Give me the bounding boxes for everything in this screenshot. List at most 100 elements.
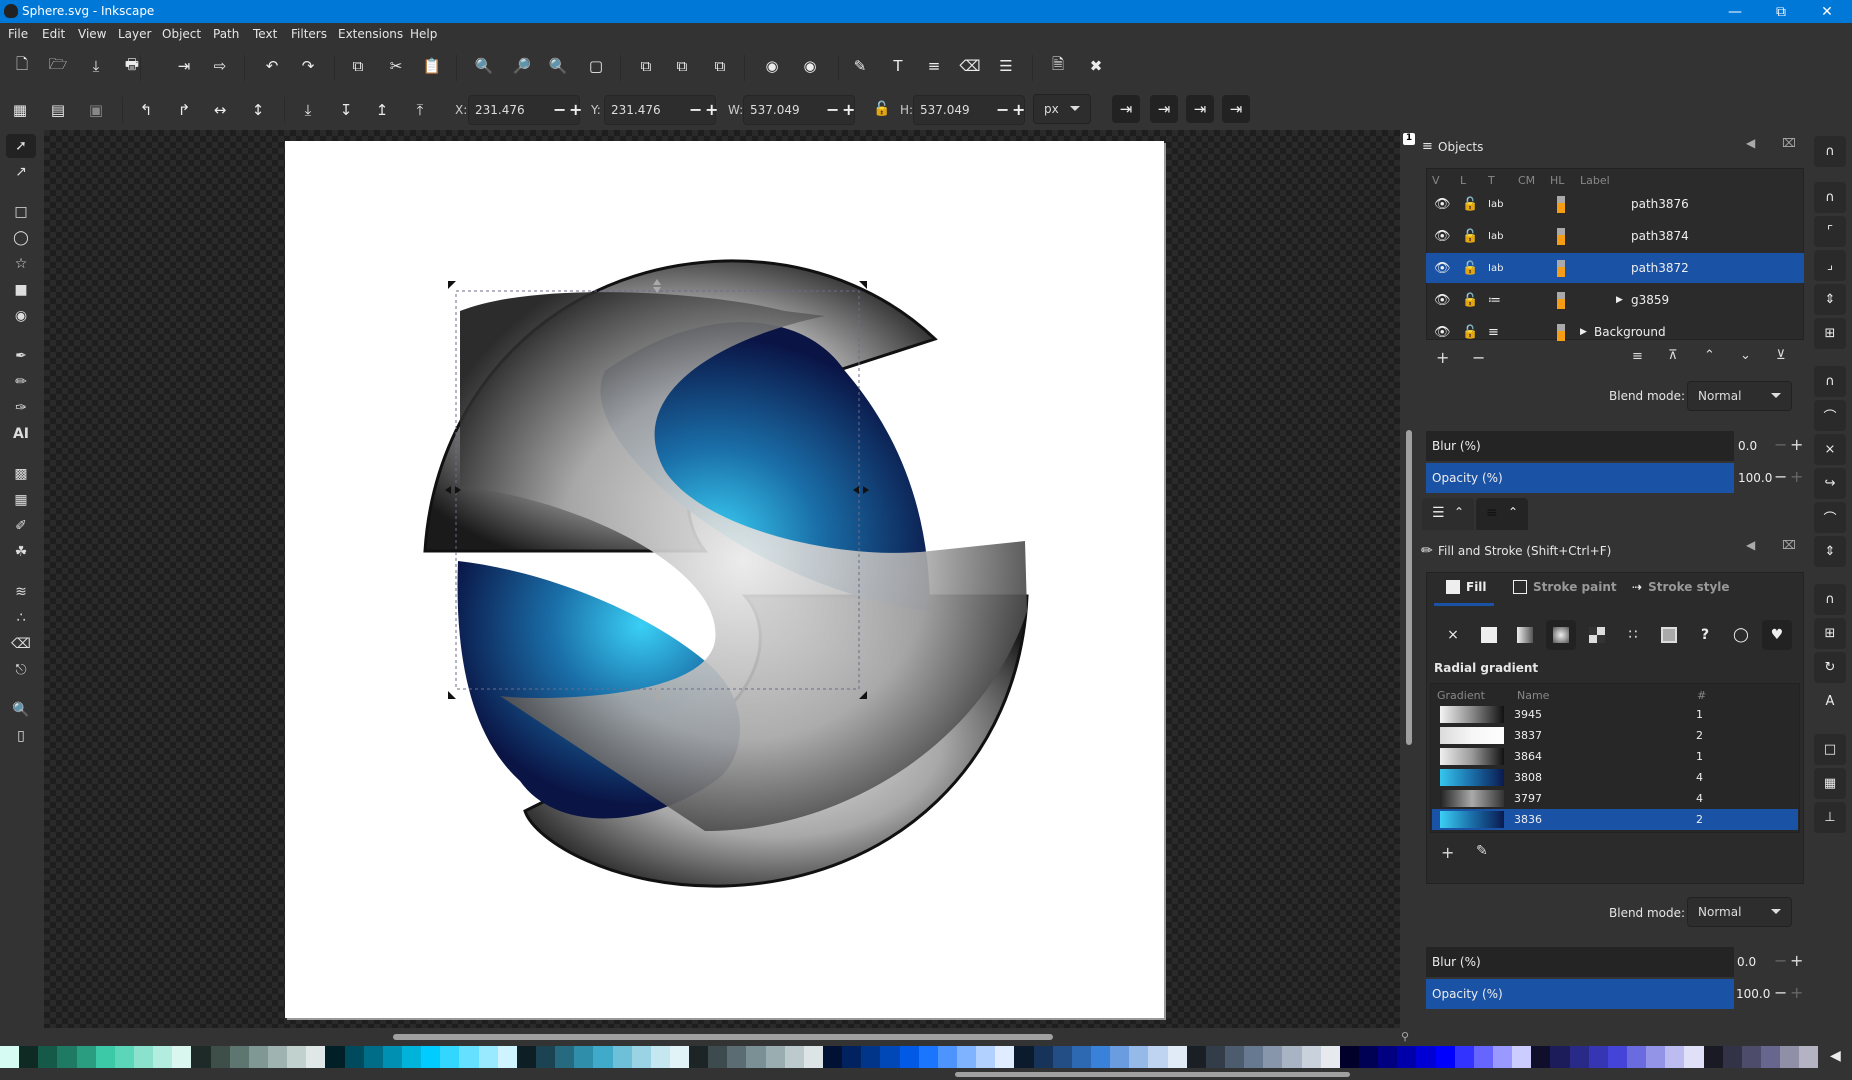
raise-button[interactable]: ⌃ xyxy=(1704,348,1715,363)
unlock-icon[interactable]: 🔓 xyxy=(1462,261,1478,276)
text-tool-icon[interactable]: AI xyxy=(6,422,36,446)
paste-icon[interactable]: 📋 xyxy=(418,52,446,80)
tab-stroke-style[interactable]: ⇢ Stroke style xyxy=(1632,580,1730,594)
menu-file[interactable]: File xyxy=(8,27,28,41)
snap-cusp-nodes-icon[interactable]: ↪ xyxy=(1814,468,1846,499)
remove-object-button[interactable]: − xyxy=(1472,348,1485,367)
palette-swatch[interactable] xyxy=(937,1046,958,1068)
connector-tool-icon[interactable]: ⎋ xyxy=(6,658,36,682)
raise-to-top-button[interactable]: ⊼ xyxy=(1668,348,1678,363)
fill-blend-mode-select[interactable]: Normal xyxy=(1687,897,1792,927)
palette-swatch[interactable] xyxy=(1435,1046,1455,1068)
paint-radial-gradient-button[interactable] xyxy=(1546,620,1576,650)
snap-guides-icon[interactable]: ⊥ xyxy=(1814,802,1846,833)
new-document-icon[interactable]: 🗋 xyxy=(8,52,36,80)
palette-swatch[interactable] xyxy=(0,1046,20,1068)
palette-swatch[interactable] xyxy=(1110,1046,1130,1068)
undo-icon[interactable]: ↶ xyxy=(258,52,286,80)
scale-corners-icon[interactable]: ⇥ xyxy=(1150,95,1178,123)
lock-guides-icon[interactable]: ⚲ xyxy=(1401,1030,1409,1043)
palette-swatch[interactable] xyxy=(727,1046,747,1068)
snap-rotation-center-icon[interactable]: ↻ xyxy=(1814,652,1846,683)
menu-filters[interactable]: Filters xyxy=(291,27,327,41)
opacity-slider[interactable]: Opacity (%) xyxy=(1426,463,1734,493)
palette-swatch[interactable] xyxy=(57,1046,77,1068)
menu-help[interactable]: Help xyxy=(410,27,437,41)
objects-panel-collapse-icon[interactable]: ◀ xyxy=(1746,136,1755,150)
canvas-horizontal-scrollbar[interactable] xyxy=(393,1034,1053,1040)
snap-bbox-corners-icon[interactable]: ⌟ xyxy=(1814,250,1846,281)
palette-swatch[interactable] xyxy=(1626,1046,1647,1068)
palette-swatch[interactable] xyxy=(76,1046,96,1068)
unlock-icon[interactable]: 🔓 xyxy=(1462,293,1478,308)
palette-swatch[interactable] xyxy=(1512,1046,1532,1068)
paint-mesh-button[interactable] xyxy=(1582,620,1612,650)
menu-path[interactable]: Path xyxy=(213,27,239,41)
palette-swatch[interactable] xyxy=(535,1046,556,1068)
palette-swatch[interactable] xyxy=(1263,1046,1283,1068)
dropper-tool-icon[interactable]: ✐ xyxy=(6,514,36,538)
object-row-path3872[interactable]: 👁 🔓 Iab path3872 xyxy=(1426,253,1804,283)
snap-grids-icon[interactable]: ▦ xyxy=(1814,768,1846,799)
palette-scrollbar[interactable] xyxy=(955,1072,1350,1077)
zoom-selection-icon[interactable]: 🔍 xyxy=(470,52,498,80)
palette-swatch[interactable] xyxy=(1780,1046,1800,1068)
palette-swatch[interactable] xyxy=(1014,1046,1034,1068)
menu-edit[interactable]: Edit xyxy=(42,27,65,41)
snap-midpoints-icon[interactable]: ⇕ xyxy=(1814,536,1846,567)
scale-stroke-icon[interactable]: ⇥ xyxy=(1112,95,1140,123)
bezier-tool-icon[interactable]: ✒ xyxy=(6,344,36,368)
palette-swatch[interactable] xyxy=(133,1046,154,1068)
dock-tab-objects[interactable]: ≡ ⌃ xyxy=(1476,498,1528,530)
palette-swatch[interactable] xyxy=(382,1046,402,1068)
palette-swatch[interactable] xyxy=(1703,1046,1723,1068)
3d-box-tool-icon[interactable]: ■ xyxy=(6,278,36,302)
paint-bucket-tool-icon[interactable]: ☘ xyxy=(6,540,36,564)
tweak-tool-icon[interactable]: ≋ xyxy=(6,580,36,604)
rotate-cw-icon[interactable]: ↱ xyxy=(170,96,198,124)
document-page[interactable] xyxy=(285,141,1164,1018)
palette-swatch[interactable] xyxy=(229,1046,249,1068)
palette-swatch[interactable] xyxy=(95,1046,115,1068)
palette-swatch[interactable] xyxy=(1665,1046,1685,1068)
palette-swatch[interactable] xyxy=(1320,1046,1340,1068)
fill-blur-decrement[interactable]: − xyxy=(1774,951,1787,970)
sphere-artwork[interactable] xyxy=(285,141,1164,1018)
flip-horizontal-icon[interactable]: ↔ xyxy=(206,96,234,124)
minimize-button[interactable]: — xyxy=(1712,0,1758,23)
palette-swatch[interactable] xyxy=(363,1046,383,1068)
edit-gradient-button[interactable]: ✎ xyxy=(1476,843,1488,859)
palette-swatch[interactable] xyxy=(1205,1046,1225,1068)
tab-fill[interactable]: Fill xyxy=(1446,580,1487,594)
unlock-icon[interactable]: 🔓 xyxy=(1462,197,1478,212)
h-decrement[interactable]: − xyxy=(996,100,1009,119)
palette-swatch[interactable] xyxy=(746,1046,766,1068)
palette-swatch[interactable] xyxy=(574,1046,594,1068)
snap-object-center-icon[interactable]: ⊞ xyxy=(1814,618,1846,649)
gradient-row[interactable]: 3864 1 xyxy=(1432,746,1798,767)
palette-swatch[interactable] xyxy=(172,1046,192,1068)
palette-swatch[interactable] xyxy=(1033,1046,1053,1068)
object-label[interactable]: path3874 xyxy=(1631,229,1689,243)
palette-swatch[interactable] xyxy=(191,1046,211,1068)
dock-tab-align[interactable]: ☰ ⌃ xyxy=(1422,498,1474,530)
palette-swatch[interactable] xyxy=(1531,1046,1551,1068)
palette-swatch[interactable] xyxy=(114,1046,134,1068)
palette-swatch[interactable] xyxy=(1148,1046,1168,1068)
palette-swatch[interactable] xyxy=(1722,1046,1742,1068)
align-icon[interactable]: ☰ xyxy=(992,52,1020,80)
palette-swatch[interactable] xyxy=(1607,1046,1627,1068)
palette-swatch[interactable] xyxy=(1225,1046,1245,1068)
palette-swatch[interactable] xyxy=(1684,1046,1704,1068)
highlight-color[interactable] xyxy=(1557,195,1565,213)
palette-swatch[interactable] xyxy=(1397,1046,1417,1068)
object-label[interactable]: Background xyxy=(1594,325,1666,339)
palette-swatch[interactable] xyxy=(516,1046,536,1068)
palette-swatch[interactable] xyxy=(497,1046,517,1068)
palette-swatch[interactable] xyxy=(880,1046,900,1068)
object-label[interactable]: g3859 xyxy=(1631,293,1669,307)
paint-pattern-button[interactable]: ∷ xyxy=(1618,620,1648,650)
palette-swatch[interactable] xyxy=(1052,1046,1072,1068)
zoom-page-icon[interactable]: 🔍 xyxy=(544,52,572,80)
snap-toggle-icon[interactable]: ∩ xyxy=(1814,136,1846,167)
